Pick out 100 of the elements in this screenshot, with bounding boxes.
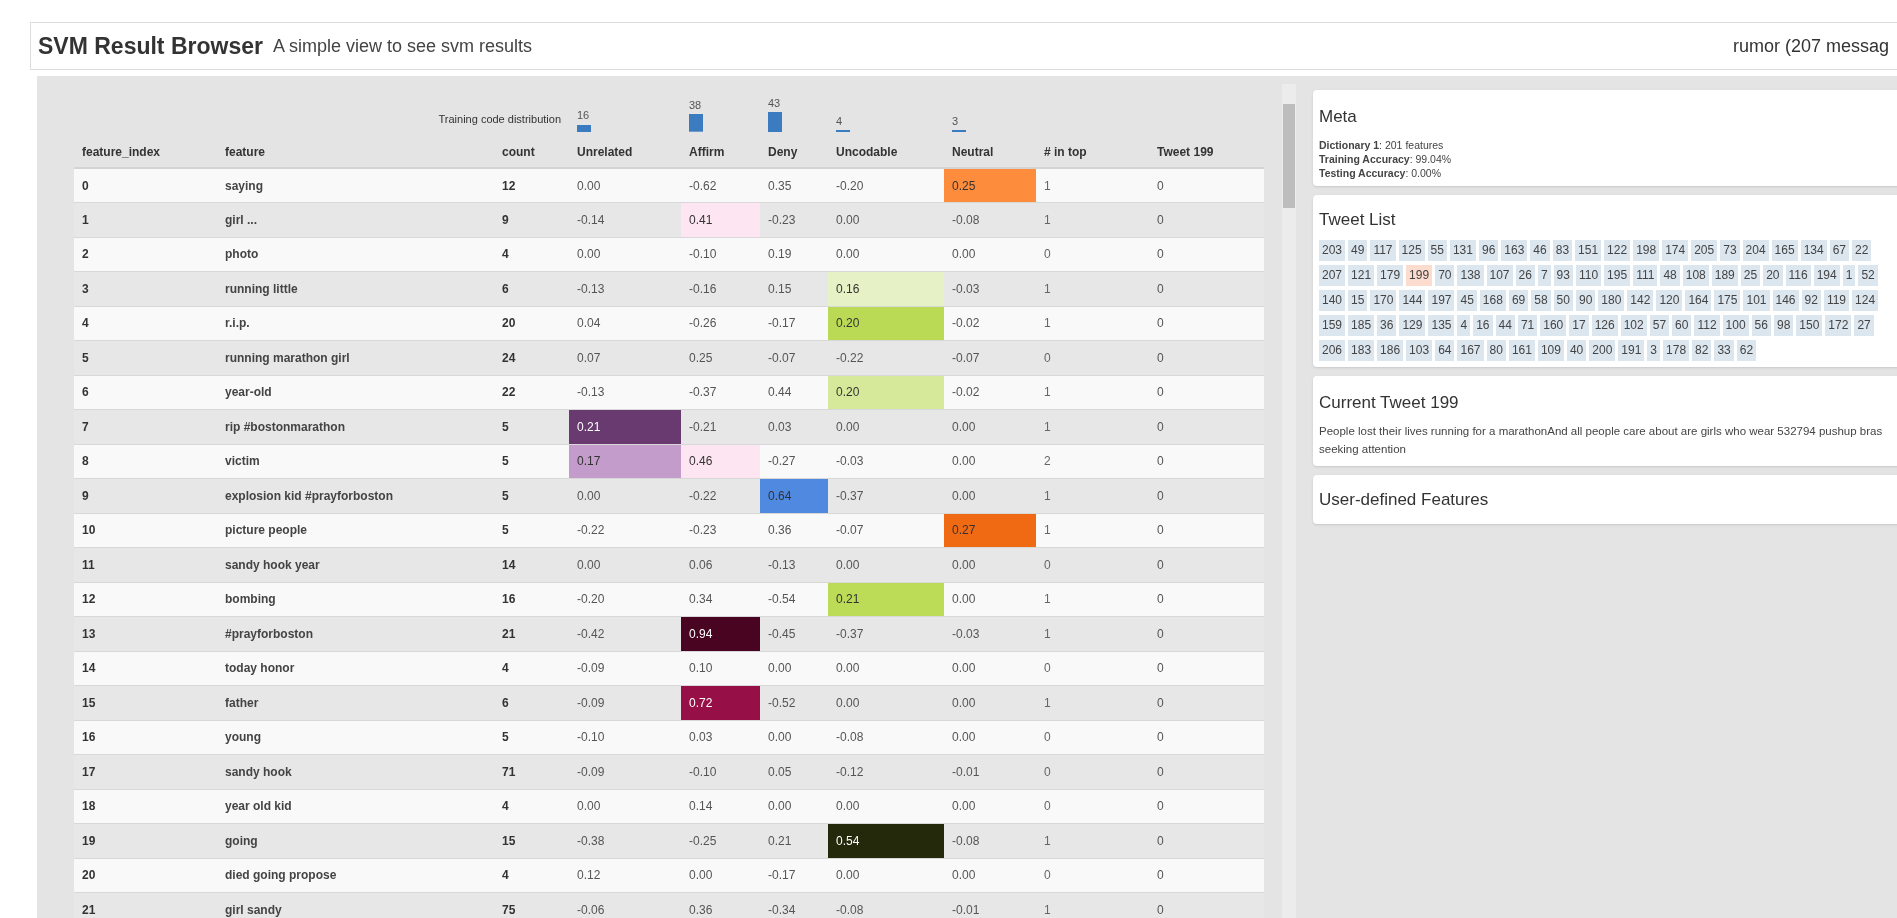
tweet-chip[interactable]: 103 bbox=[1406, 340, 1433, 361]
tweet-chip[interactable]: 82 bbox=[1692, 340, 1712, 361]
tweet-chip[interactable]: 121 bbox=[1348, 265, 1375, 286]
tweet-chip[interactable]: 33 bbox=[1714, 340, 1734, 361]
tweet-chip[interactable]: 120 bbox=[1656, 290, 1683, 311]
tweet-chip[interactable]: 96 bbox=[1478, 240, 1499, 261]
tweet-chip[interactable]: 131 bbox=[1449, 240, 1476, 261]
tweet-chip[interactable]: 189 bbox=[1711, 265, 1738, 286]
tweet-chip[interactable]: 107 bbox=[1486, 265, 1513, 286]
tweet-chip[interactable]: 40 bbox=[1566, 340, 1587, 361]
tweet-chip[interactable]: 140 bbox=[1319, 290, 1346, 311]
tweet-chip[interactable]: 109 bbox=[1537, 340, 1564, 361]
tweet-chip[interactable]: 175 bbox=[1714, 290, 1741, 311]
tweet-chip[interactable]: 160 bbox=[1540, 315, 1567, 336]
tweet-chip[interactable]: 26 bbox=[1515, 265, 1535, 286]
tweet-chip[interactable]: 186 bbox=[1377, 340, 1404, 361]
tweet-chip[interactable]: 17 bbox=[1569, 315, 1589, 336]
tweet-chip[interactable]: 71 bbox=[1517, 315, 1538, 336]
tweet-chip[interactable]: 125 bbox=[1398, 240, 1425, 261]
tweet-chip[interactable]: 146 bbox=[1772, 290, 1799, 311]
tweet-chip[interactable]: 134 bbox=[1800, 240, 1827, 261]
tweet-chip[interactable]: 70 bbox=[1435, 265, 1455, 286]
tweet-chip[interactable]: 199 bbox=[1406, 265, 1433, 286]
tweet-chip[interactable]: 195 bbox=[1604, 265, 1631, 286]
tweet-chip[interactable]: 151 bbox=[1575, 240, 1602, 261]
tweet-chip[interactable]: 129 bbox=[1399, 315, 1426, 336]
tweet-chip[interactable]: 183 bbox=[1348, 340, 1375, 361]
tweet-chip[interactable]: 20 bbox=[1763, 265, 1783, 286]
tweet-chip[interactable]: 27 bbox=[1854, 315, 1874, 336]
tweet-chip[interactable]: 167 bbox=[1457, 340, 1484, 361]
tweet-chip[interactable]: 178 bbox=[1663, 340, 1690, 361]
tweet-chip[interactable]: 44 bbox=[1495, 315, 1515, 336]
tweet-chip[interactable]: 159 bbox=[1319, 315, 1346, 336]
tweet-chip[interactable]: 7 bbox=[1537, 265, 1551, 286]
tweet-chip[interactable]: 92 bbox=[1801, 290, 1821, 311]
tweet-chip[interactable]: 48 bbox=[1660, 265, 1680, 286]
tweet-chip[interactable]: 112 bbox=[1694, 315, 1720, 336]
tweet-chip[interactable]: 49 bbox=[1348, 240, 1368, 261]
tweet-chip[interactable]: 83 bbox=[1552, 240, 1573, 261]
scrollbar[interactable] bbox=[1282, 84, 1296, 918]
tweet-chip[interactable]: 1 bbox=[1842, 265, 1856, 286]
tweet-chip[interactable]: 197 bbox=[1428, 290, 1455, 311]
tweet-chip[interactable]: 116 bbox=[1785, 265, 1811, 286]
tweet-chip[interactable]: 58 bbox=[1531, 290, 1551, 311]
tweet-chip[interactable]: 15 bbox=[1348, 290, 1368, 311]
tweet-chip[interactable]: 207 bbox=[1319, 265, 1346, 286]
tweet-chip[interactable]: 194 bbox=[1813, 265, 1840, 286]
tweet-chip[interactable]: 67 bbox=[1829, 240, 1850, 261]
tweet-chip[interactable]: 163 bbox=[1501, 240, 1528, 261]
tweet-chip[interactable]: 180 bbox=[1598, 290, 1625, 311]
tweet-chip[interactable]: 101 bbox=[1743, 290, 1770, 311]
tweet-chip[interactable]: 50 bbox=[1553, 290, 1573, 311]
tweet-chip[interactable]: 204 bbox=[1742, 240, 1769, 261]
tweet-chip[interactable]: 122 bbox=[1604, 240, 1631, 261]
tweet-chip[interactable]: 126 bbox=[1591, 315, 1618, 336]
tweet-chip[interactable]: 191 bbox=[1618, 340, 1645, 361]
tweet-chip[interactable]: 52 bbox=[1858, 265, 1878, 286]
tweet-chip[interactable]: 4 bbox=[1457, 315, 1471, 336]
tweet-chip[interactable]: 161 bbox=[1508, 340, 1535, 361]
tweet-chip[interactable]: 3 bbox=[1647, 340, 1661, 361]
tweet-chip[interactable]: 100 bbox=[1722, 315, 1749, 336]
tweet-chip[interactable]: 200 bbox=[1589, 340, 1616, 361]
tweet-chip[interactable]: 203 bbox=[1319, 240, 1346, 261]
tweet-chip[interactable]: 102 bbox=[1620, 315, 1647, 336]
tweet-chip[interactable]: 45 bbox=[1457, 290, 1477, 311]
tweet-chip[interactable]: 36 bbox=[1377, 315, 1397, 336]
tweet-chip[interactable]: 168 bbox=[1479, 290, 1506, 311]
tweet-chip[interactable]: 164 bbox=[1685, 290, 1712, 311]
tweet-chip[interactable]: 142 bbox=[1627, 290, 1654, 311]
tweet-chip[interactable]: 172 bbox=[1825, 315, 1852, 336]
tweet-chip[interactable]: 185 bbox=[1348, 315, 1375, 336]
tweet-chip[interactable]: 62 bbox=[1736, 340, 1757, 361]
tweet-chip[interactable]: 57 bbox=[1649, 315, 1670, 336]
tweet-chip[interactable]: 64 bbox=[1435, 340, 1455, 361]
tweet-chip[interactable]: 60 bbox=[1672, 315, 1692, 336]
tweet-chip[interactable]: 90 bbox=[1575, 290, 1596, 311]
tweet-chip[interactable]: 16 bbox=[1473, 315, 1493, 336]
tweet-chip[interactable]: 198 bbox=[1633, 240, 1660, 261]
tweet-chip[interactable]: 73 bbox=[1720, 240, 1740, 261]
tweet-chip[interactable]: 69 bbox=[1508, 290, 1529, 311]
scrollbar-thumb[interactable] bbox=[1283, 104, 1295, 208]
tweet-chip[interactable]: 111 bbox=[1633, 265, 1658, 286]
tweet-chip[interactable]: 117 bbox=[1370, 240, 1396, 261]
tweet-chip[interactable]: 205 bbox=[1691, 240, 1718, 261]
tweet-chip[interactable]: 170 bbox=[1370, 290, 1397, 311]
tweet-chip[interactable]: 144 bbox=[1399, 290, 1426, 311]
tweet-chip[interactable]: 22 bbox=[1852, 240, 1872, 261]
tweet-chip[interactable]: 110 bbox=[1575, 265, 1602, 286]
tweet-chip[interactable]: 150 bbox=[1796, 315, 1823, 336]
tweet-chip[interactable]: 46 bbox=[1530, 240, 1550, 261]
tweet-chip[interactable]: 135 bbox=[1428, 315, 1455, 336]
tweet-chip[interactable]: 138 bbox=[1457, 265, 1484, 286]
tweet-chip[interactable]: 80 bbox=[1486, 340, 1506, 361]
tweet-chip[interactable]: 179 bbox=[1377, 265, 1404, 286]
tweet-chip[interactable]: 206 bbox=[1319, 340, 1346, 361]
tweet-chip[interactable]: 93 bbox=[1553, 265, 1573, 286]
tweet-chip[interactable]: 108 bbox=[1682, 265, 1709, 286]
tweet-chip[interactable]: 124 bbox=[1852, 290, 1879, 311]
tweet-chip[interactable]: 56 bbox=[1751, 315, 1771, 336]
tweet-chip[interactable]: 119 bbox=[1823, 290, 1850, 311]
